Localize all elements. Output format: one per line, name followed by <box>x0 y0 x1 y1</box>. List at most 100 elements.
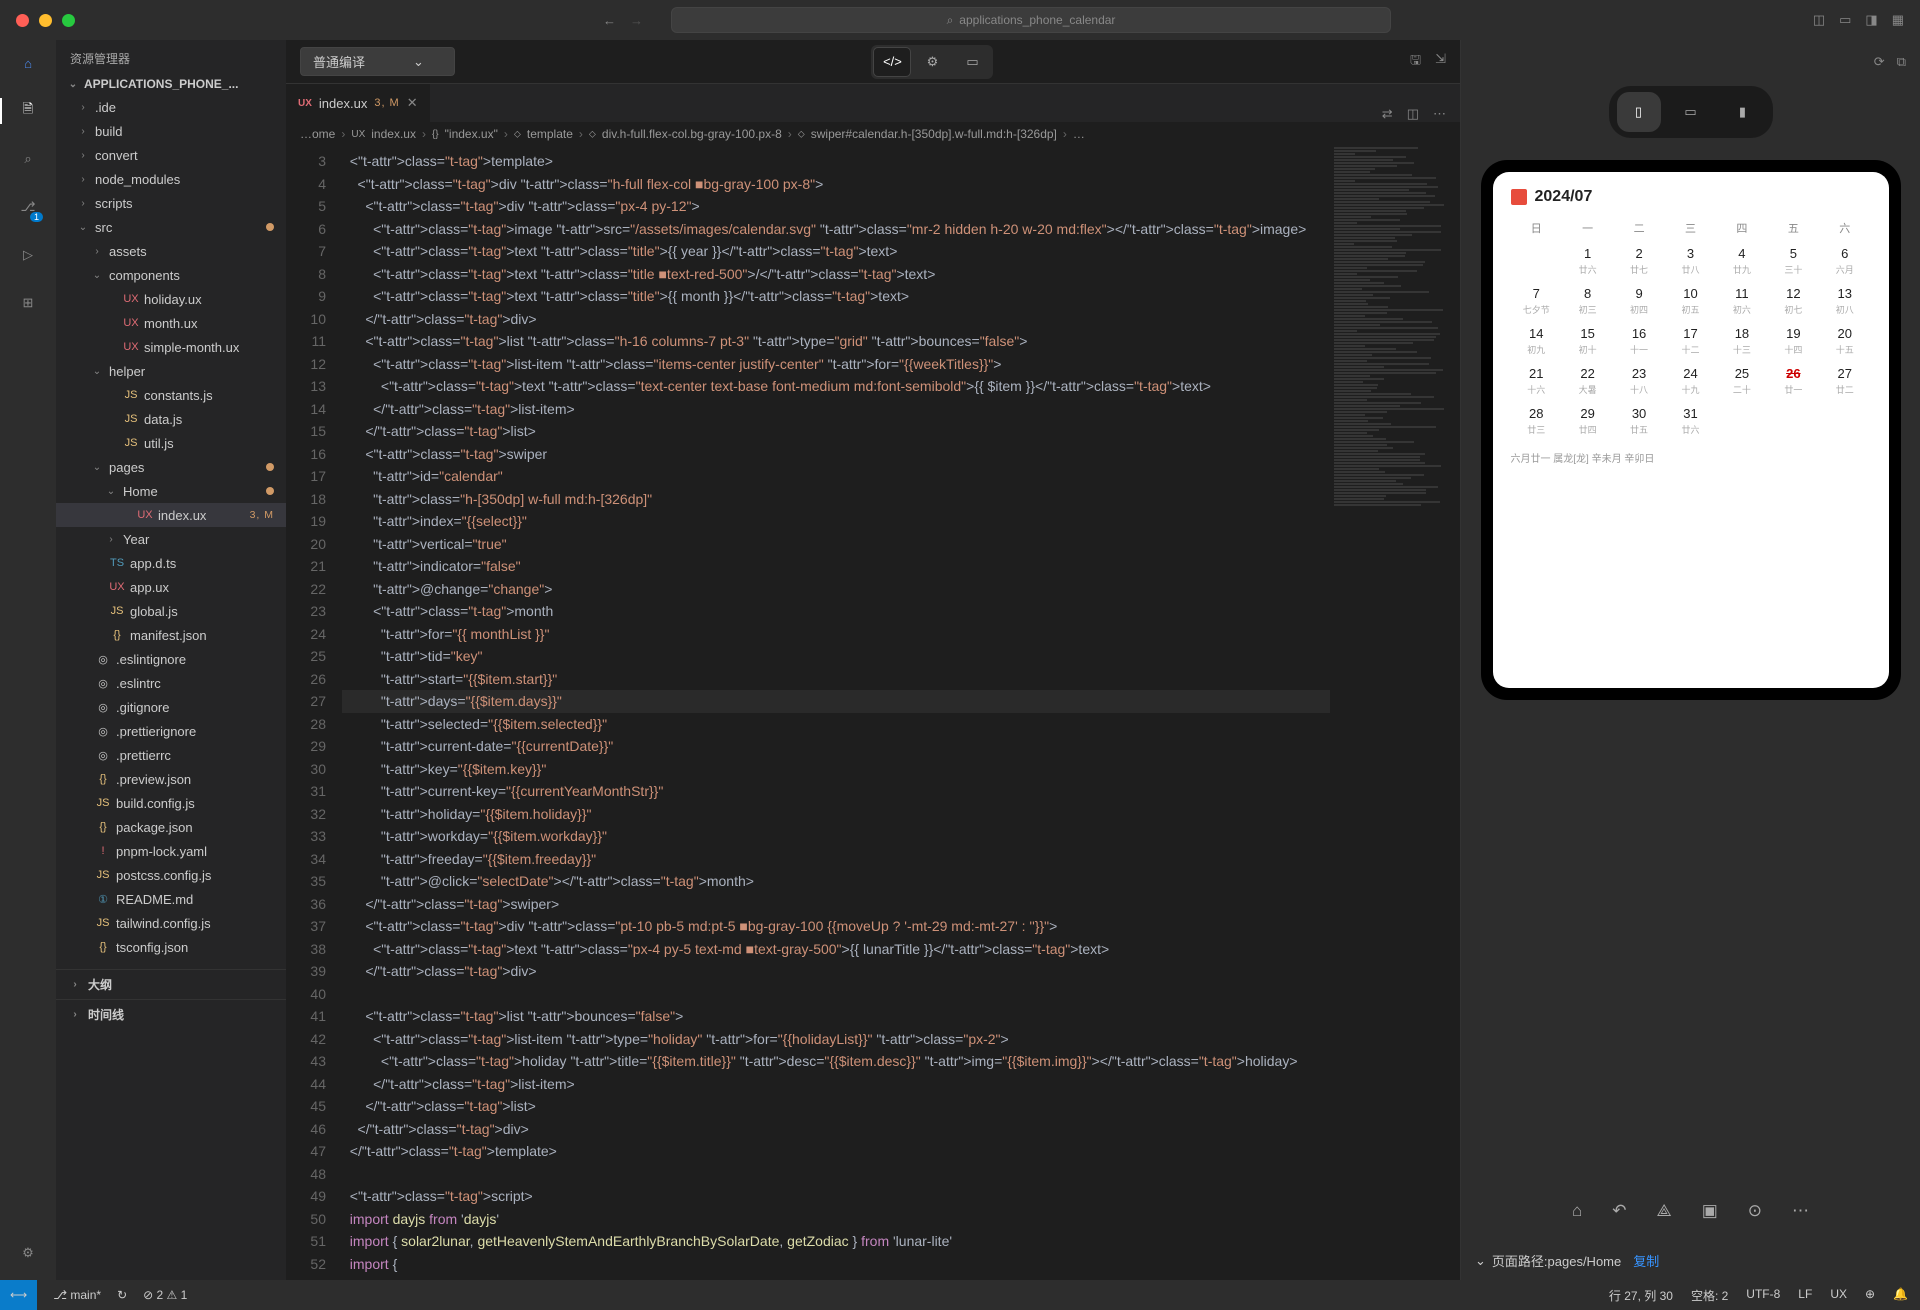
folder-node_modules[interactable]: ›node_modules <box>56 167 286 191</box>
calendar-day[interactable]: 8初三 <box>1562 286 1613 316</box>
file-util.js[interactable]: JSutil.js <box>56 431 286 455</box>
calendar-day[interactable]: 22大暑 <box>1562 366 1613 396</box>
popout-preview-icon[interactable]: ⧉ <box>1897 54 1906 70</box>
folder-assets[interactable]: ›assets <box>56 239 286 263</box>
folder-convert[interactable]: ›convert <box>56 143 286 167</box>
device-desktop[interactable]: ▭ <box>1669 92 1713 132</box>
file-constants.js[interactable]: JSconstants.js <box>56 383 286 407</box>
calendar-day[interactable]: 21十六 <box>1511 366 1562 396</box>
more-icon[interactable]: ⋯ <box>1792 1201 1809 1221</box>
folder-build[interactable]: ›build <box>56 119 286 143</box>
extensions-icon[interactable]: ⊞ <box>15 290 41 316</box>
calendar-day[interactable]: 24十九 <box>1665 366 1716 396</box>
file-README.md[interactable]: ①README.md <box>56 887 286 911</box>
calendar-day[interactable] <box>1768 406 1819 436</box>
feedback-icon[interactable]: ⊕ <box>1865 1287 1875 1304</box>
file-.preview.json[interactable]: {}.preview.json <box>56 767 286 791</box>
home-icon[interactable]: ⌂ <box>15 50 41 76</box>
folder-.ide[interactable]: ›.ide <box>56 95 286 119</box>
source-control-icon[interactable]: ⎇1 <box>15 194 41 220</box>
calendar-day[interactable]: 10初五 <box>1665 286 1716 316</box>
calendar-day[interactable]: 20十五 <box>1819 326 1870 356</box>
calendar-day[interactable]: 6六月 <box>1819 246 1870 276</box>
close-tab-icon[interactable]: ✕ <box>407 95 418 111</box>
calendar-day[interactable]: 31廿六 <box>1665 406 1716 436</box>
folder-helper[interactable]: ⌄helper <box>56 359 286 383</box>
file-month.ux[interactable]: UXmonth.ux <box>56 311 286 335</box>
compile-mode-select[interactable]: 普通编译 ⌄ <box>300 47 455 76</box>
file-.eslintignore[interactable]: ◎.eslintignore <box>56 647 286 671</box>
calendar-day[interactable]: 1廿六 <box>1562 246 1613 276</box>
maximize-window[interactable] <box>62 14 75 27</box>
file-package.json[interactable]: {}package.json <box>56 815 286 839</box>
settings-icon[interactable]: ⚙ <box>15 1240 41 1266</box>
folder-pages[interactable]: ⌄pages <box>56 455 286 479</box>
calendar-day[interactable] <box>1716 406 1767 436</box>
file-build.config.js[interactable]: JSbuild.config.js <box>56 791 286 815</box>
command-center[interactable]: ⌕ applications_phone_calendar <box>671 7 1391 33</box>
file-app.d.ts[interactable]: TSapp.d.ts <box>56 551 286 575</box>
file-manifest.json[interactable]: {}manifest.json <box>56 623 286 647</box>
layout-primary-icon[interactable]: ◫ <box>1813 12 1825 28</box>
calendar-day[interactable]: 12初七 <box>1768 286 1819 316</box>
calendar-day[interactable]: 14初九 <box>1511 326 1562 356</box>
nav-back-icon[interactable]: ← <box>603 13 616 28</box>
calendar-day[interactable]: 26廿一 <box>1768 366 1819 396</box>
folder-components[interactable]: ⌄components <box>56 263 286 287</box>
more-actions-icon[interactable]: ⋯ <box>1433 106 1446 122</box>
indent-info[interactable]: 空格: 2 <box>1691 1287 1728 1304</box>
file-data.js[interactable]: JSdata.js <box>56 407 286 431</box>
back-button-icon[interactable]: ↶ <box>1612 1201 1626 1221</box>
file-.prettierrc[interactable]: ◎.prettierrc <box>56 743 286 767</box>
calendar-day[interactable]: 15初十 <box>1562 326 1613 356</box>
calendar-day[interactable]: 16十一 <box>1613 326 1664 356</box>
copy-path-link[interactable]: 复制 <box>1633 1251 1659 1270</box>
calendar-day[interactable]: 27廿二 <box>1819 366 1870 396</box>
calendar-day[interactable]: 19十四 <box>1768 326 1819 356</box>
refresh-preview-icon[interactable]: ⟳ <box>1874 54 1885 70</box>
folder-Year[interactable]: ›Year <box>56 527 286 551</box>
run-debug-icon[interactable]: ▷ <box>15 242 41 268</box>
layout-panel-icon[interactable]: ▭ <box>1839 12 1851 28</box>
calendar-day[interactable]: 25二十 <box>1716 366 1767 396</box>
breadcrumb-segment[interactable]: swiper#calendar.h-[350dp].w-full.md:h-[3… <box>811 127 1057 141</box>
folder-scripts[interactable]: ›scripts <box>56 191 286 215</box>
code-content[interactable]: <"t-attr">class="t-tag">template> <"t-at… <box>342 146 1330 1280</box>
calendar-day[interactable]: 18十三 <box>1716 326 1767 356</box>
file-simple-month.ux[interactable]: UXsimple-month.ux <box>56 335 286 359</box>
notifications-icon[interactable]: 🔔 <box>1893 1287 1908 1304</box>
search-panel-icon[interactable]: ⌕ <box>15 146 41 172</box>
calendar-day[interactable]: 3廿八 <box>1665 246 1716 276</box>
breadcrumb-segment[interactable]: … <box>1073 127 1085 141</box>
minimize-window[interactable] <box>39 14 52 27</box>
file-postcss.config.js[interactable]: JSpostcss.config.js <box>56 863 286 887</box>
compare-icon[interactable]: ⇄ <box>1382 106 1393 122</box>
device-phone[interactable]: ▮ <box>1721 92 1765 132</box>
preview-view-button[interactable]: ▭ <box>953 47 991 77</box>
breadcrumb-segment[interactable]: template <box>527 127 573 141</box>
preview-screen[interactable]: 2024/07 日一二三四五六1廿六2廿七3廿八4廿九5三十6六月7七夕节8初三… <box>1493 172 1889 688</box>
split-editor-icon[interactable]: ◫ <box>1407 106 1419 122</box>
file-pnpm-lock.yaml[interactable]: !pnpm-lock.yaml <box>56 839 286 863</box>
calendar-day[interactable]: 30廿五 <box>1613 406 1664 436</box>
calendar-day[interactable]: 28廿三 <box>1511 406 1562 436</box>
file-tsconfig.json[interactable]: {}tsconfig.json <box>56 935 286 959</box>
file-app.ux[interactable]: UXapp.ux <box>56 575 286 599</box>
git-sync[interactable]: ↻ <box>117 1288 127 1302</box>
language-mode[interactable]: UX <box>1830 1287 1847 1304</box>
minimap[interactable] <box>1330 146 1460 1280</box>
calendar-day[interactable]: 29廿四 <box>1562 406 1613 436</box>
layout-customize-icon[interactable]: ▦ <box>1892 12 1904 28</box>
calendar-day[interactable] <box>1819 406 1870 436</box>
file-tailwind.config.js[interactable]: JStailwind.config.js <box>56 911 286 935</box>
breadcrumb[interactable]: …ome›UXindex.ux›{}"index.ux"›⬦template›⬦… <box>286 122 1460 146</box>
folder-src[interactable]: ⌄src <box>56 215 286 239</box>
breadcrumb-segment[interactable]: index.ux <box>371 127 416 141</box>
export-icon[interactable]: ⇲ <box>1435 51 1446 73</box>
calendar-day[interactable] <box>1511 246 1562 276</box>
cursor-position[interactable]: 行 27, 列 30 <box>1609 1287 1673 1304</box>
settings-view-button[interactable]: ⚙ <box>913 47 951 77</box>
save-icon[interactable]: 🖫 <box>1410 51 1421 73</box>
calendar-day[interactable]: 23十八 <box>1613 366 1664 396</box>
calendar-day[interactable]: 13初八 <box>1819 286 1870 316</box>
